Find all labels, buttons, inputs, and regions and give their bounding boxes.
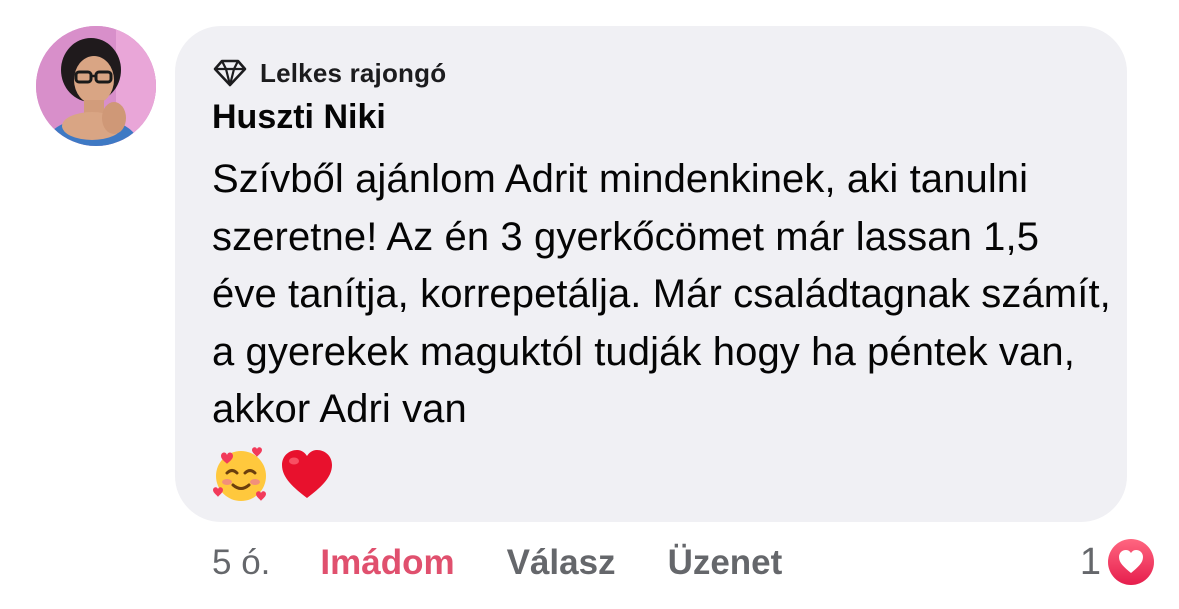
red-heart-icon [278,446,336,504]
comment-time[interactable]: 5 ó. [212,543,270,583]
comment-author[interactable]: Huszti Niki [212,98,386,137]
comment-text: Szívből ajánlom Adrit mindenkinek, aki t… [212,157,1111,431]
comment-actions: 5 ó. Imádom Válasz Üzenet [212,538,782,588]
reply-button[interactable]: Válasz [507,543,616,583]
love-button[interactable]: Imádom [320,543,454,583]
reaction-count: 1 [1079,540,1101,583]
diamond-icon [212,58,248,88]
fan-badge[interactable]: Lelkes rajongó [212,56,446,90]
avatar[interactable] [36,26,156,146]
reaction-summary[interactable]: 1 [1080,534,1157,590]
smiling-face-with-hearts-icon [212,446,270,504]
message-button[interactable]: Üzenet [668,543,783,583]
badge-label: Lelkes rajongó [260,57,447,88]
love-reaction-icon [1105,536,1157,588]
comment-emojis [212,446,336,504]
